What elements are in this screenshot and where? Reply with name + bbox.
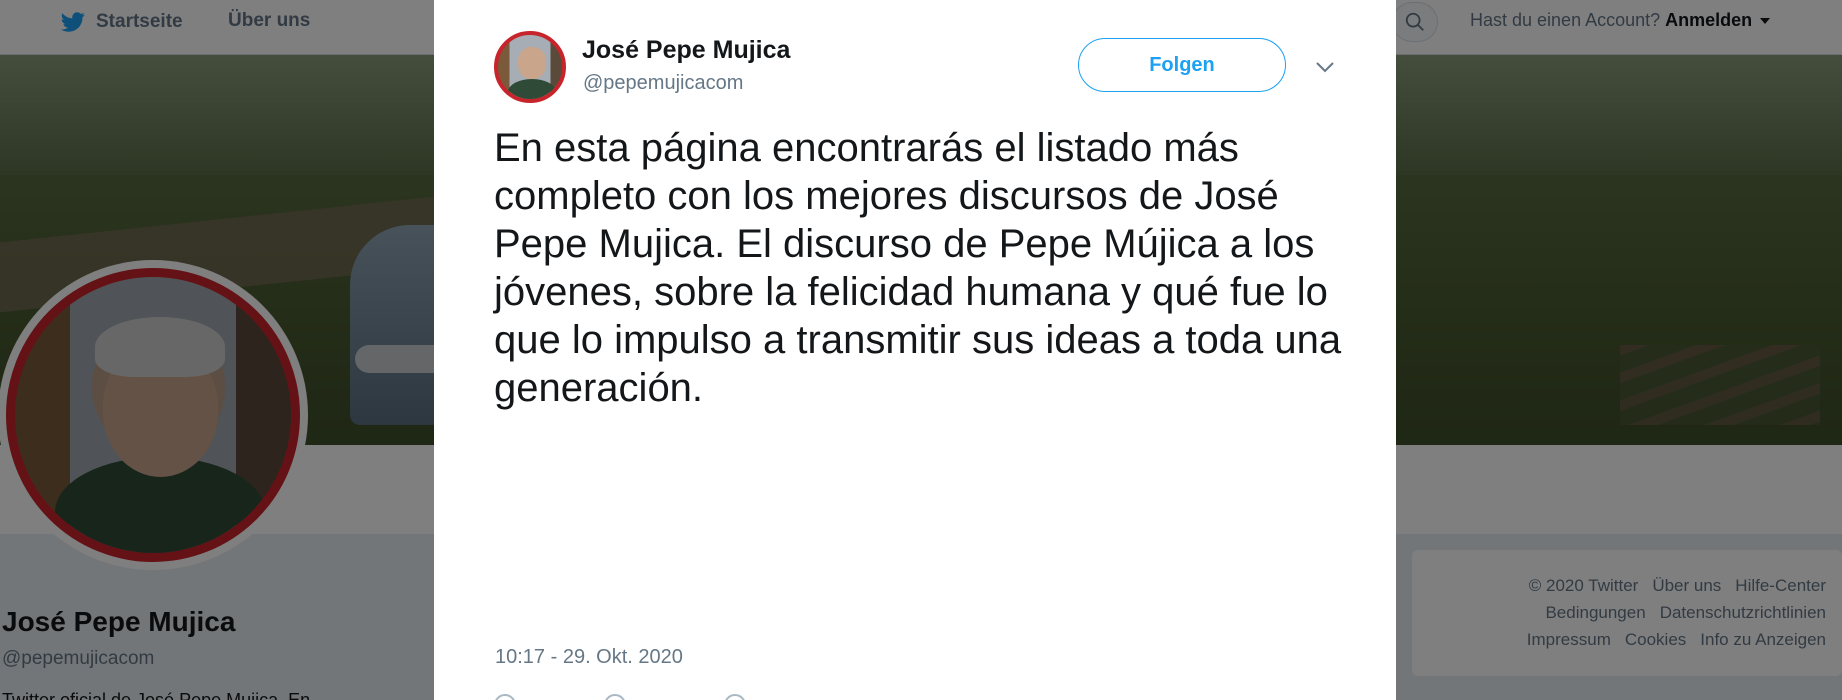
tweet-actions: [494, 690, 794, 700]
like-icon[interactable]: [724, 694, 746, 700]
tweet-more-menu[interactable]: [1310, 52, 1340, 82]
tweet-timestamp[interactable]: 10:17 - 29. Okt. 2020: [495, 646, 683, 669]
tweet-modal: José Pepe Mujica @pepemujicacom Folgen E…: [434, 0, 1396, 700]
chevron-down-icon: [1316, 62, 1334, 73]
tweet-author-avatar[interactable]: [494, 31, 566, 103]
avatar-shirt: [508, 79, 556, 99]
tweet-author-name[interactable]: José Pepe Mujica: [582, 36, 790, 65]
tweet-text: En esta página encontrarás el listado má…: [494, 126, 1342, 410]
avatar-face: [518, 47, 546, 79]
follow-button[interactable]: Folgen: [1078, 38, 1286, 92]
tweet-author-handle[interactable]: @pepemujicacom: [583, 72, 743, 95]
retweet-icon[interactable]: [604, 694, 626, 700]
reply-icon[interactable]: [494, 694, 516, 700]
